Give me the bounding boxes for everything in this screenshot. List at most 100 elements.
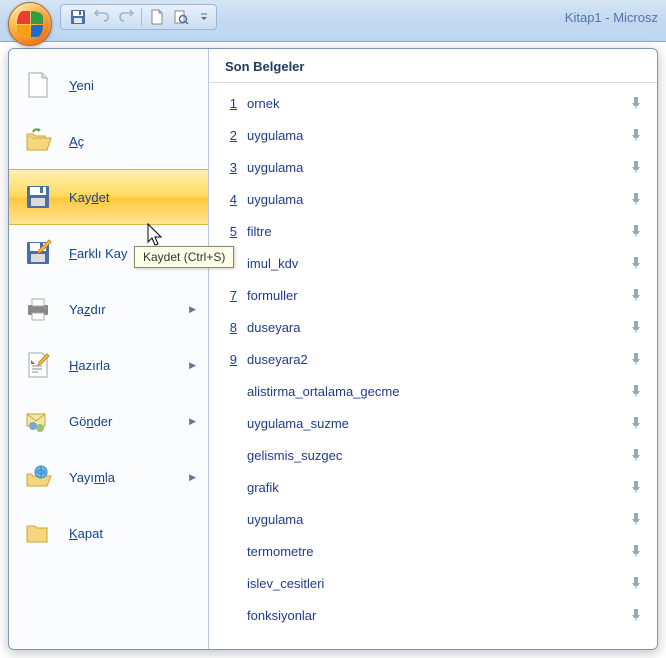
qat-customize[interactable] xyxy=(198,6,210,28)
pin-icon[interactable] xyxy=(629,223,643,240)
office-menu: YYenieni Aç Kaydet Farklı Kay ▶ Ya xyxy=(8,48,658,650)
qat-new[interactable] xyxy=(146,6,168,28)
menu-send[interactable]: Gönder ▶ xyxy=(9,393,208,449)
recent-item[interactable]: uygulama xyxy=(209,503,657,535)
menu-new[interactable]: YYenieni xyxy=(9,57,208,113)
recent-item-number: 8 xyxy=(223,320,237,335)
recent-item[interactable]: uygulama_suzme xyxy=(209,407,657,439)
tooltip: Kaydet (Ctrl+S) xyxy=(134,246,234,268)
menu-save-label: Kaydet xyxy=(69,190,196,205)
menu-print-label: Yazdır xyxy=(69,302,175,317)
pin-icon[interactable] xyxy=(629,479,643,496)
recent-item-number: 1 xyxy=(223,96,237,111)
pin-icon[interactable] xyxy=(629,543,643,560)
save-icon xyxy=(21,180,55,214)
menu-prepare[interactable]: Hazırla ▶ xyxy=(9,337,208,393)
recent-item[interactable]: imul_kdv xyxy=(209,247,657,279)
pin-icon[interactable] xyxy=(629,255,643,272)
titlebar: Kitap1 - Microsz xyxy=(0,0,666,42)
pin-icon[interactable] xyxy=(629,447,643,464)
menu-open[interactable]: Aç xyxy=(9,113,208,169)
recent-item-name: termometre xyxy=(247,544,619,559)
qat-undo[interactable] xyxy=(91,6,113,28)
recent-item[interactable]: 2 uygulama xyxy=(209,119,657,151)
qat-save[interactable] xyxy=(67,6,89,28)
chevron-down-icon xyxy=(200,13,208,21)
saveas-icon xyxy=(21,236,55,270)
recent-item-name: ornek xyxy=(247,96,619,111)
pin-icon[interactable] xyxy=(629,607,643,624)
recent-item[interactable]: 3uygulama xyxy=(209,151,657,183)
pin-icon[interactable] xyxy=(629,159,643,176)
recent-item[interactable]: grafik xyxy=(209,471,657,503)
recent-list: 1ornek2uygulama3uygulama4uygulama5filtre… xyxy=(209,83,657,649)
chevron-right-icon: ▶ xyxy=(189,416,196,427)
office-button[interactable] xyxy=(8,2,52,46)
office-logo-icon xyxy=(17,11,43,37)
recent-item-name: uygulama xyxy=(247,128,619,143)
menu-publish-label: Yayımla xyxy=(69,470,175,485)
pin-icon[interactable] xyxy=(629,95,643,112)
recent-item[interactable]: islev_cesitleri xyxy=(209,567,657,599)
recent-item-name: duseyara xyxy=(247,320,619,335)
chevron-right-icon: ▶ xyxy=(189,472,196,483)
qat-preview[interactable] xyxy=(170,6,192,28)
menu-prepare-label: Hazırla xyxy=(69,358,175,373)
recent-item[interactable]: 1 ornek xyxy=(209,87,657,119)
pin-icon[interactable] xyxy=(629,351,643,368)
recent-item-name: islev_cesitleri xyxy=(247,576,619,591)
menu-publish[interactable]: Yayımla ▶ xyxy=(9,449,208,505)
send-icon xyxy=(21,404,55,438)
pin-icon[interactable] xyxy=(629,511,643,528)
recent-header: Son Belgeler xyxy=(209,49,657,83)
qat-redo[interactable] xyxy=(115,6,137,28)
recent-item-number: 9 xyxy=(223,352,237,367)
pin-icon[interactable] xyxy=(629,415,643,432)
recent-item[interactable]: 9 duseyara2 xyxy=(209,343,657,375)
recent-item-number: 2 xyxy=(223,128,237,143)
preview-icon xyxy=(173,9,189,25)
open-icon xyxy=(21,124,55,158)
prepare-icon xyxy=(21,348,55,382)
new-doc-icon xyxy=(149,9,165,25)
pin-icon[interactable] xyxy=(629,575,643,592)
menu-close-label: Kapat xyxy=(69,526,196,541)
recent-item-name: uygulama xyxy=(247,192,619,207)
save-icon xyxy=(70,9,86,25)
window-title: Kitap1 - Microsz xyxy=(565,10,658,25)
pin-icon[interactable] xyxy=(629,287,643,304)
pin-icon[interactable] xyxy=(629,383,643,400)
menu-close[interactable]: Kapat xyxy=(9,505,208,561)
recent-item-number: 4 xyxy=(223,192,237,207)
menu-open-label: Aç xyxy=(69,134,196,149)
recent-item-name: duseyara2 xyxy=(247,352,619,367)
recent-item-name: gelismis_suzgec xyxy=(247,448,619,463)
recent-item[interactable]: gelismis_suzgec xyxy=(209,439,657,471)
recent-item[interactable]: 8 duseyara xyxy=(209,311,657,343)
recent-item-name: formuller xyxy=(247,288,619,303)
recent-item-name: uygulama_suzme xyxy=(247,416,619,431)
chevron-right-icon: ▶ xyxy=(189,304,196,315)
recent-item[interactable]: alistirma_ortalama_gecme xyxy=(209,375,657,407)
recent-item[interactable]: fonksiyonlar xyxy=(209,599,657,631)
recent-item-name: grafik xyxy=(247,480,619,495)
recent-item-name: alistirma_ortalama_gecme xyxy=(247,384,619,399)
undo-icon xyxy=(94,9,110,25)
menu-print[interactable]: Yazdır ▶ xyxy=(9,281,208,337)
recent-item[interactable]: 4 uygulama xyxy=(209,183,657,215)
redo-icon xyxy=(118,9,134,25)
menu-right-panel: Son Belgeler 1ornek2uygulama3uygulama4uy… xyxy=(209,49,657,649)
recent-item-name: uygulama xyxy=(247,160,619,175)
menu-save[interactable]: Kaydet xyxy=(9,169,208,225)
pin-icon[interactable] xyxy=(629,191,643,208)
quick-access-toolbar xyxy=(60,4,217,30)
recent-item-name: filtre xyxy=(247,224,619,239)
new-icon xyxy=(21,68,55,102)
recent-item[interactable]: 7formuller xyxy=(209,279,657,311)
pin-icon[interactable] xyxy=(629,127,643,144)
chevron-right-icon: ▶ xyxy=(189,360,196,371)
recent-item[interactable]: 5filtre xyxy=(209,215,657,247)
pin-icon[interactable] xyxy=(629,319,643,336)
publish-icon xyxy=(21,460,55,494)
recent-item[interactable]: termometre xyxy=(209,535,657,567)
